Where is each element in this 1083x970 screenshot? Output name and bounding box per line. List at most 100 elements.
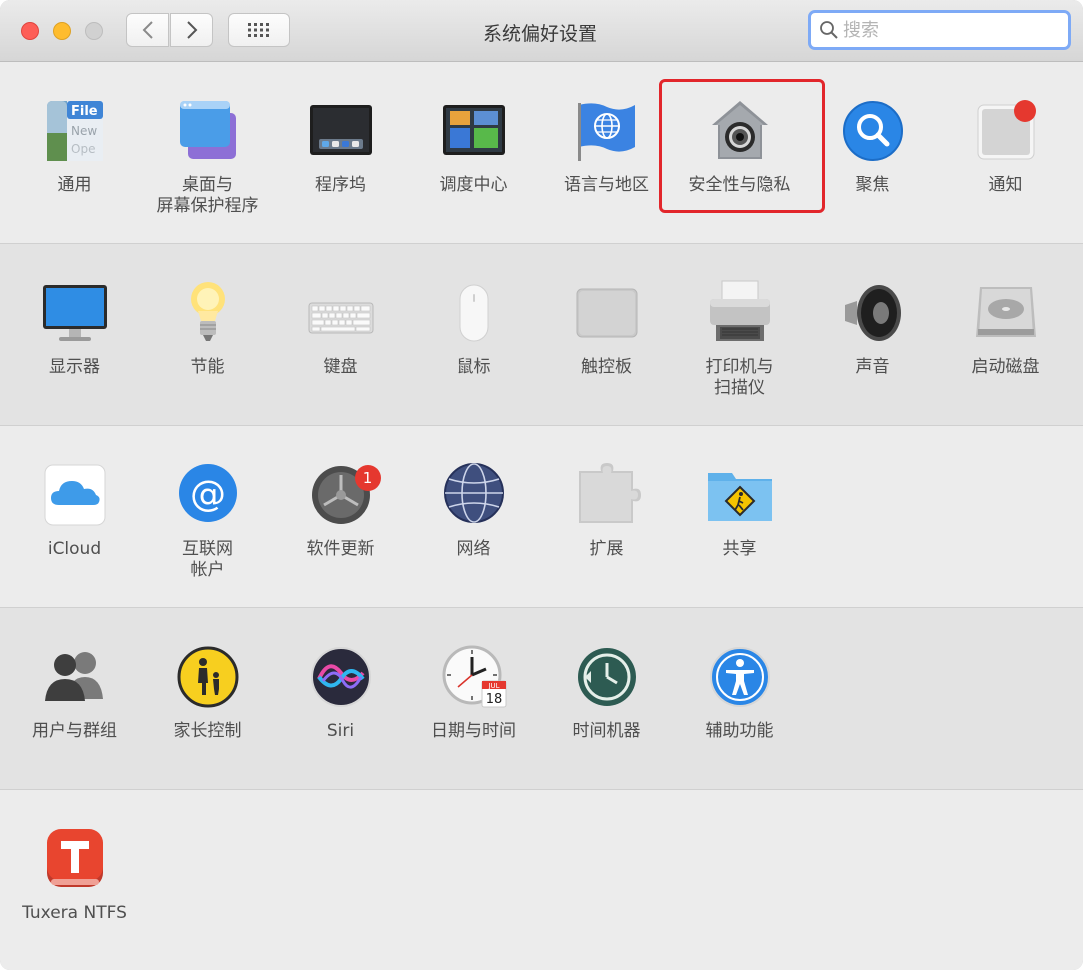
pref-label: 扩展	[589, 539, 624, 559]
svg-text:New: New	[71, 124, 97, 138]
pref-label: 打印机与 扫描仪	[705, 357, 774, 398]
pref-notifications[interactable]: 通知	[939, 97, 1072, 196]
forward-button[interactable]	[170, 13, 213, 47]
pref-trackpad[interactable]: 触控板	[540, 279, 673, 378]
pref-sound[interactable]: 声音	[806, 279, 939, 378]
section-other	[0, 790, 1083, 970]
pref-keyboard[interactable]: 键盘	[274, 279, 407, 378]
energy-saver-icon	[174, 279, 242, 347]
pref-dock[interactable]: 程序坞	[274, 97, 407, 196]
language-region-icon	[573, 97, 641, 165]
printers-scanners-icon	[706, 279, 774, 347]
pref-label: 家长控制	[173, 721, 242, 741]
pref-label: Siri	[326, 721, 355, 741]
pref-mouse[interactable]: 鼠标	[407, 279, 540, 378]
trackpad-icon	[573, 279, 641, 347]
pref-accessibility[interactable]: 辅助功能	[673, 643, 806, 742]
internet-accounts-icon: @	[174, 461, 242, 529]
pref-language-region[interactable]: 语言与地区	[540, 97, 673, 196]
pref-time-machine[interactable]: 时间机器	[540, 643, 673, 742]
pref-siri[interactable]: Siri	[274, 643, 407, 742]
pref-label: 通用	[57, 175, 92, 195]
pref-label: 显示器	[49, 357, 100, 377]
pref-label: 用户与群组	[32, 721, 117, 741]
date-time-icon: JUL 18	[440, 643, 508, 711]
dock-icon	[307, 97, 375, 165]
search-input[interactable]	[841, 18, 1055, 42]
pref-label: 互联网 帐户	[182, 539, 233, 580]
svg-text:JUL: JUL	[487, 682, 499, 690]
extensions-icon	[573, 461, 641, 529]
pref-label: 声音	[855, 357, 890, 377]
displays-icon	[41, 279, 109, 347]
pref-label: 网络	[456, 539, 491, 559]
pref-label: iCloud	[47, 539, 102, 559]
pref-label: 语言与地区	[564, 175, 649, 195]
minimize-window-button[interactable]	[53, 22, 71, 40]
pref-label: 日期与时间	[431, 721, 516, 741]
network-icon	[440, 461, 508, 529]
pref-printers-scanners[interactable]: 打印机与 扫描仪	[673, 279, 806, 399]
pref-mission-control[interactable]: 调度中心	[407, 97, 540, 196]
pref-network[interactable]: 网络	[407, 461, 540, 560]
pref-sharing[interactable]: 共享	[673, 461, 806, 560]
window-title: 系统偏好设置	[482, 23, 597, 45]
system-preferences-window: 系统偏好设置 File New Ope	[0, 0, 1083, 970]
pref-label: 辅助功能	[705, 721, 774, 741]
zoom-window-button[interactable]	[85, 22, 103, 40]
search-field[interactable]	[808, 10, 1071, 50]
pref-users-groups[interactable]: 用户与群组	[8, 643, 141, 742]
grid-icon	[248, 23, 269, 37]
icloud-icon	[41, 461, 109, 529]
mission-control-icon	[440, 97, 508, 165]
pref-internet-accounts[interactable]: @ 互联网 帐户	[141, 461, 274, 581]
pref-label: 软件更新	[306, 539, 375, 559]
svg-text:@: @	[190, 474, 226, 515]
pref-date-time[interactable]: JUL 18 日期与时间	[407, 643, 540, 742]
chevron-right-icon	[186, 21, 197, 39]
pref-displays[interactable]: 显示器	[8, 279, 141, 378]
pref-label: 键盘	[323, 357, 358, 377]
pref-label: 通知	[988, 175, 1023, 195]
time-machine-icon	[573, 643, 641, 711]
pref-spotlight[interactable]: 聚焦	[806, 97, 939, 196]
users-groups-icon	[41, 643, 109, 711]
pref-label: 调度中心	[439, 175, 508, 195]
pref-label: 鼠标	[456, 357, 491, 377]
search-icon	[820, 21, 838, 39]
back-button[interactable]	[126, 13, 169, 47]
spotlight-icon	[839, 97, 907, 165]
siri-icon	[307, 643, 375, 711]
title-bar: 系统偏好设置	[0, 0, 1083, 62]
pref-parental-controls[interactable]: 家长控制	[141, 643, 274, 742]
keyboard-icon	[307, 279, 375, 347]
mouse-icon	[440, 279, 508, 347]
pref-general[interactable]: File New Ope 通用	[8, 97, 141, 196]
pref-label: Tuxera NTFS	[22, 903, 127, 923]
general-icon: File New Ope	[41, 97, 109, 165]
parental-controls-icon	[174, 643, 242, 711]
pref-extensions[interactable]: 扩展	[540, 461, 673, 560]
pref-icloud[interactable]: iCloud	[8, 461, 141, 560]
pref-tuxera-ntfs[interactable]: Tuxera NTFS	[8, 825, 141, 924]
pref-desktop-screensaver[interactable]: 桌面与 屏幕保护程序	[141, 97, 274, 217]
accessibility-icon	[706, 643, 774, 711]
pref-software-update[interactable]: 1 软件更新	[274, 461, 407, 560]
highlight-annotation	[659, 79, 825, 213]
pref-label: 触控板	[581, 357, 632, 377]
software-update-icon: 1	[307, 461, 381, 529]
pref-label: 共享	[722, 539, 757, 559]
show-all-button[interactable]	[228, 13, 290, 47]
notifications-icon	[972, 97, 1040, 165]
tuxera-ntfs-icon	[41, 825, 109, 893]
startup-disk-icon	[972, 279, 1040, 347]
desktop-screensaver-icon	[174, 97, 242, 165]
pref-label: 桌面与 屏幕保护程序	[156, 175, 259, 216]
pref-energy-saver[interactable]: 节能	[141, 279, 274, 378]
update-badge: 1	[354, 465, 381, 491]
pref-startup-disk[interactable]: 启动磁盘	[939, 279, 1072, 378]
close-window-button[interactable]	[21, 22, 39, 40]
svg-text:File: File	[71, 104, 98, 119]
svg-text:Ope: Ope	[71, 142, 95, 156]
chevron-left-icon	[142, 21, 153, 39]
